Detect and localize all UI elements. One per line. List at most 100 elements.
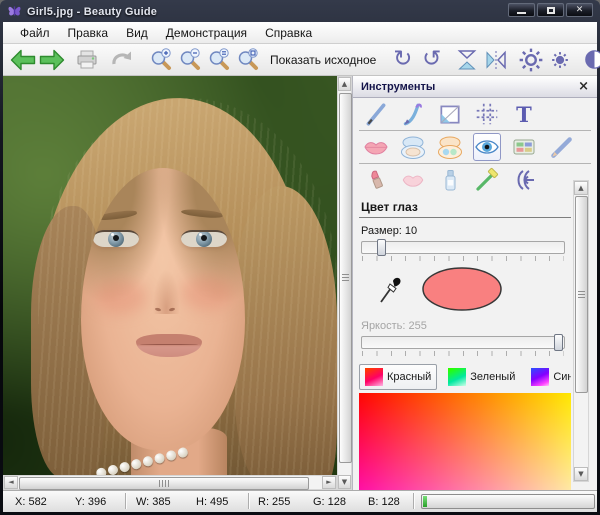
menu-view[interactable]: Вид [117, 24, 157, 42]
progress-bar-fill [423, 496, 427, 507]
flip-vertical-button[interactable] [452, 46, 481, 73]
zoom-fit-button[interactable] [233, 46, 262, 73]
red-gradient-swatch-icon [365, 368, 383, 386]
canvas-tool-button[interactable] [436, 100, 464, 128]
close-button[interactable]: ✕ [566, 3, 593, 17]
status-h: H: 495 [196, 496, 228, 508]
panel-close-button[interactable]: × [578, 80, 589, 93]
tab-green[interactable]: Зеленый [443, 365, 520, 389]
scroll-up-button[interactable]: ▲ [338, 77, 351, 91]
printer-icon [75, 48, 99, 72]
pen-tool-button[interactable] [362, 100, 390, 128]
zoom-actual-icon [207, 48, 231, 72]
menu-demonstration[interactable]: Демонстрация [157, 24, 256, 42]
zoom-out-icon [178, 48, 202, 72]
text-tool-button[interactable]: T [510, 100, 538, 128]
panel-scroll-up-button[interactable]: ▲ [574, 181, 588, 195]
title-bar[interactable]: Girl5.jpg - Beauty Guide ✕ [0, 0, 600, 22]
minimize-button[interactable] [508, 3, 535, 17]
progress-bar [421, 494, 595, 509]
eye-color-tool-button[interactable] [473, 133, 501, 161]
image-horizontal-scrollbar[interactable]: ◄ ► [3, 475, 337, 490]
maximize-button[interactable] [537, 3, 564, 17]
tab-blue[interactable]: Синий [526, 365, 571, 389]
scroll-down-button[interactable]: ▼ [338, 475, 351, 489]
color-gradient-picker[interactable] [359, 393, 571, 490]
rotate-cw-button[interactable]: ↻ [388, 46, 417, 73]
menu-file[interactable]: Файл [11, 24, 59, 42]
eye-icon [474, 136, 500, 158]
photo-cheek-right [181, 276, 233, 310]
photo-nose [151, 264, 179, 314]
brightness-sun-icon [518, 47, 544, 73]
back-button[interactable] [8, 46, 37, 73]
brush-tool-button[interactable] [399, 100, 427, 128]
menu-edit[interactable]: Правка [59, 24, 118, 42]
eye-color-section: Цвет глаз Размер: 10 [359, 198, 573, 490]
show-original-button[interactable]: Показать исходное [262, 53, 388, 67]
panel-scroll-thumb[interactable] [575, 196, 588, 393]
brightness-button[interactable] [516, 46, 545, 73]
window-title: Girl5.jpg - Beauty Guide [27, 6, 157, 18]
photo-canvas[interactable] [3, 76, 337, 475]
menu-help[interactable]: Справка [256, 24, 321, 42]
scroll-right-button[interactable]: ► [322, 476, 336, 489]
saturation-button[interactable] [545, 46, 574, 73]
powder-compact-tool-button[interactable] [399, 133, 427, 161]
status-w: W: 385 [136, 496, 171, 508]
image-vertical-scrollbar[interactable]: ▲ ▼ [337, 76, 352, 490]
saturation-sun-icon [551, 51, 569, 69]
scroll-grip-icon [578, 291, 585, 299]
redo-button[interactable] [107, 46, 136, 73]
color-preview-ellipse [423, 268, 501, 310]
toolbar: Показать исходное ↻ ↺ [3, 44, 597, 76]
tools-panel-header[interactable]: Инструменты × [353, 76, 597, 98]
image-hscroll-thumb[interactable] [19, 477, 309, 490]
panel-scroll-down-button[interactable]: ▼ [574, 467, 588, 481]
size-slider-thumb[interactable] [377, 239, 386, 256]
eyeshadow-compact-tool-button[interactable] [436, 133, 464, 161]
app-window: Girl5.jpg - Beauty Guide ✕ Файл Правка В… [0, 0, 600, 515]
tab-red[interactable]: Красный [359, 364, 437, 390]
app-butterfly-icon[interactable] [7, 3, 22, 23]
tab-green-label: Зеленый [470, 371, 515, 383]
status-y: Y: 396 [75, 496, 106, 508]
photo-brow-right [181, 208, 224, 219]
forward-button[interactable] [37, 46, 66, 73]
lips-icon [363, 138, 389, 156]
photo-eye-left [93, 230, 139, 247]
scroll-grip-icon [342, 274, 349, 282]
toothbrush-tool-button[interactable] [473, 166, 501, 194]
zoom-actual-button[interactable] [204, 46, 233, 73]
blue-gradient-swatch-icon [531, 368, 549, 386]
toothbrush-icon [474, 167, 500, 193]
panel-scrollbar[interactable]: ▲ ▼ [573, 180, 589, 482]
undo-arrows-tool-button[interactable] [510, 166, 538, 194]
grid-tool-button[interactable] [473, 100, 501, 128]
photo-cheek-left [95, 280, 147, 314]
brightness-slider-thumb[interactable] [554, 334, 563, 351]
zoom-out-button[interactable] [175, 46, 204, 73]
brightness-slider[interactable] [361, 336, 565, 349]
print-button[interactable] [72, 46, 101, 73]
pencil-tool-button[interactable] [547, 133, 575, 161]
eyedropper-button[interactable] [375, 271, 405, 310]
rotate-ccw-button[interactable]: ↺ [417, 46, 446, 73]
scroll-left-button[interactable]: ◄ [4, 476, 18, 489]
flip-horizontal-button[interactable] [481, 46, 510, 73]
contrast-button[interactable] [580, 46, 600, 73]
tool-row-care [353, 164, 597, 196]
redo-arrow-icon [110, 48, 134, 72]
minimize-icon [517, 12, 526, 14]
lipstick-tool-button[interactable] [362, 166, 390, 194]
image-vscroll-thumb[interactable] [339, 93, 352, 463]
palette-tool-button[interactable] [510, 133, 538, 161]
lips-tool-button[interactable] [362, 133, 390, 161]
zoom-in-button[interactable] [146, 46, 175, 73]
size-slider[interactable] [361, 241, 565, 254]
lips-light-tool-button[interactable] [399, 166, 427, 194]
status-g: G: 128 [313, 496, 346, 508]
lotion-bottle-tool-button[interactable] [436, 166, 464, 194]
status-bar: X: 582 Y: 396 W: 385 H: 495 R: 255 G: 12… [3, 490, 597, 512]
lipstick-icon [363, 167, 389, 193]
